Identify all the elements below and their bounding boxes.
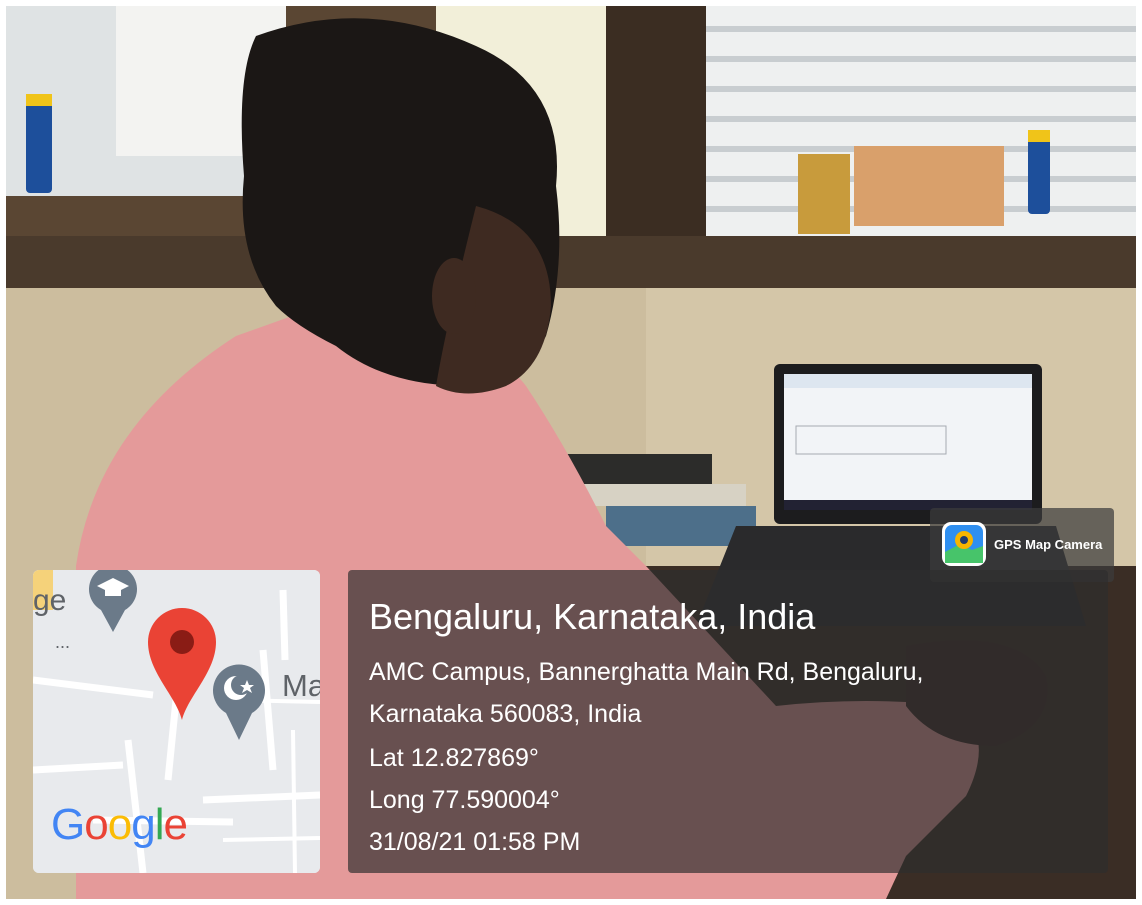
graduation-cap-icon: [89, 570, 137, 632]
map-thumbnail: ge ... Ma Google: [33, 570, 320, 873]
google-logo-letter: G: [51, 800, 85, 849]
app-name: GPS Map Camera: [994, 537, 1103, 552]
google-logo-letter: e: [163, 800, 188, 849]
location-title: Bengaluru, Karnataka, India: [369, 596, 816, 637]
map-label-left: ge: [33, 584, 67, 617]
latitude: Lat 12.827869°: [369, 744, 539, 772]
google-logo-letter: o: [107, 800, 133, 849]
map-label-right: Ma: [282, 668, 320, 703]
location-pin-icon: [148, 608, 216, 720]
google-logo: Google: [51, 800, 188, 850]
address-line-1: AMC Campus, Bannerghatta Main Rd, Bengal…: [369, 658, 924, 686]
timestamp: 31/08/21 01:58 PM: [369, 828, 581, 856]
crescent-star-icon: [213, 664, 265, 740]
google-logo-letter: g: [131, 800, 156, 849]
map-dots: ...: [55, 632, 71, 652]
google-logo-letter: o: [84, 800, 109, 849]
longitude: Long 77.590004°: [369, 786, 560, 814]
gps-map-camera-icon: [942, 522, 986, 566]
address-line-2: Karnataka 560083, India: [369, 700, 642, 728]
location-info-panel: Bengaluru, Karnataka, India AMC Campus, …: [348, 570, 1108, 873]
